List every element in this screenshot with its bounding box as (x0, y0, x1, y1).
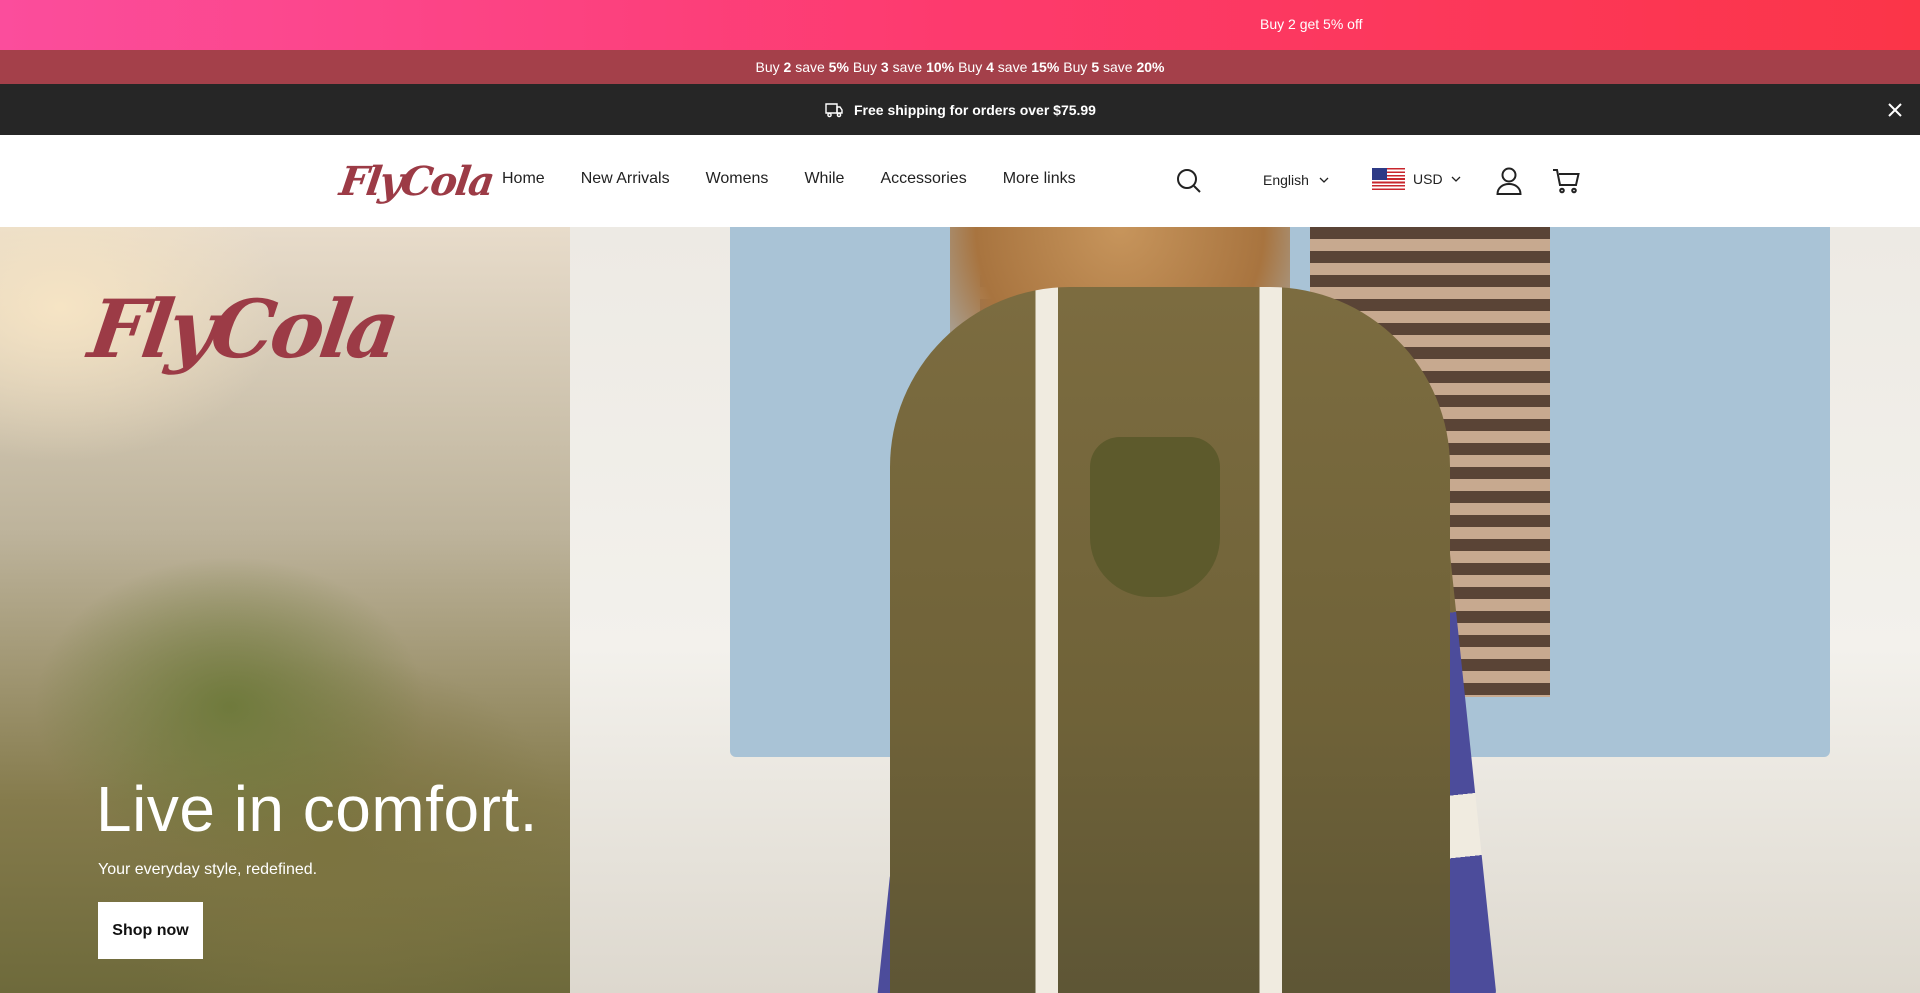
tier-item: Buy 2 save 5% (755, 59, 849, 75)
search-icon[interactable] (1176, 168, 1202, 194)
brand-logo[interactable]: FlyCola (336, 153, 496, 211)
nav-item-new-arrivals[interactable]: New Arrivals (581, 170, 670, 188)
currency-selector[interactable]: USD (1372, 168, 1461, 190)
hero-title: Live in comfort. (96, 773, 538, 845)
discount-tiers-bar: Buy 2 save 5% Buy 3 save 10% Buy 4 save … (0, 50, 1920, 84)
nav-item-while[interactable]: While (804, 170, 844, 188)
language-label: English (1263, 172, 1309, 188)
language-selector[interactable]: English (1263, 172, 1329, 188)
chevron-down-icon (1451, 176, 1461, 182)
shipping-bar: Free shipping for orders over $75.99 (0, 84, 1920, 135)
currency-label: USD (1413, 171, 1443, 187)
hero-banner: FlyCola Live in comfort. Your everyday s… (0, 227, 1920, 993)
cart-icon[interactable] (1552, 168, 1580, 194)
nav-item-home[interactable]: Home (502, 170, 545, 188)
site-header: FlyCola Home New Arrivals Womens While A… (0, 135, 1920, 227)
us-flag-icon (1372, 168, 1405, 190)
nav-item-more-links[interactable]: More links (1003, 170, 1076, 188)
tier-item: Buy 5 save 20% (1063, 59, 1165, 75)
hero-subtitle: Your everyday style, redefined. (98, 861, 318, 878)
hero-brand-logo: FlyCola (83, 282, 402, 376)
main-nav: Home New Arrivals Womens While Accessori… (502, 170, 1076, 188)
shipping-text: Free shipping for orders over $75.99 (854, 101, 1096, 118)
hero-cardigan (890, 287, 1450, 993)
nav-item-accessories[interactable]: Accessories (880, 170, 966, 188)
account-icon[interactable] (1496, 167, 1522, 195)
delivery-truck-icon (825, 102, 843, 117)
promo-bar: Buy 2 get 5% off (0, 0, 1920, 50)
tier-item: Buy 3 save 10% (852, 59, 955, 75)
hero-tank-top (1090, 437, 1220, 597)
close-icon[interactable] (1884, 99, 1906, 121)
shop-now-button[interactable]: Shop now (98, 902, 203, 959)
chevron-down-icon (1319, 177, 1329, 183)
promo-text: Buy 2 get 5% off (1260, 16, 1363, 32)
nav-item-womens[interactable]: Womens (706, 170, 769, 188)
tier-item: Buy 4 save 15% (958, 59, 1060, 75)
